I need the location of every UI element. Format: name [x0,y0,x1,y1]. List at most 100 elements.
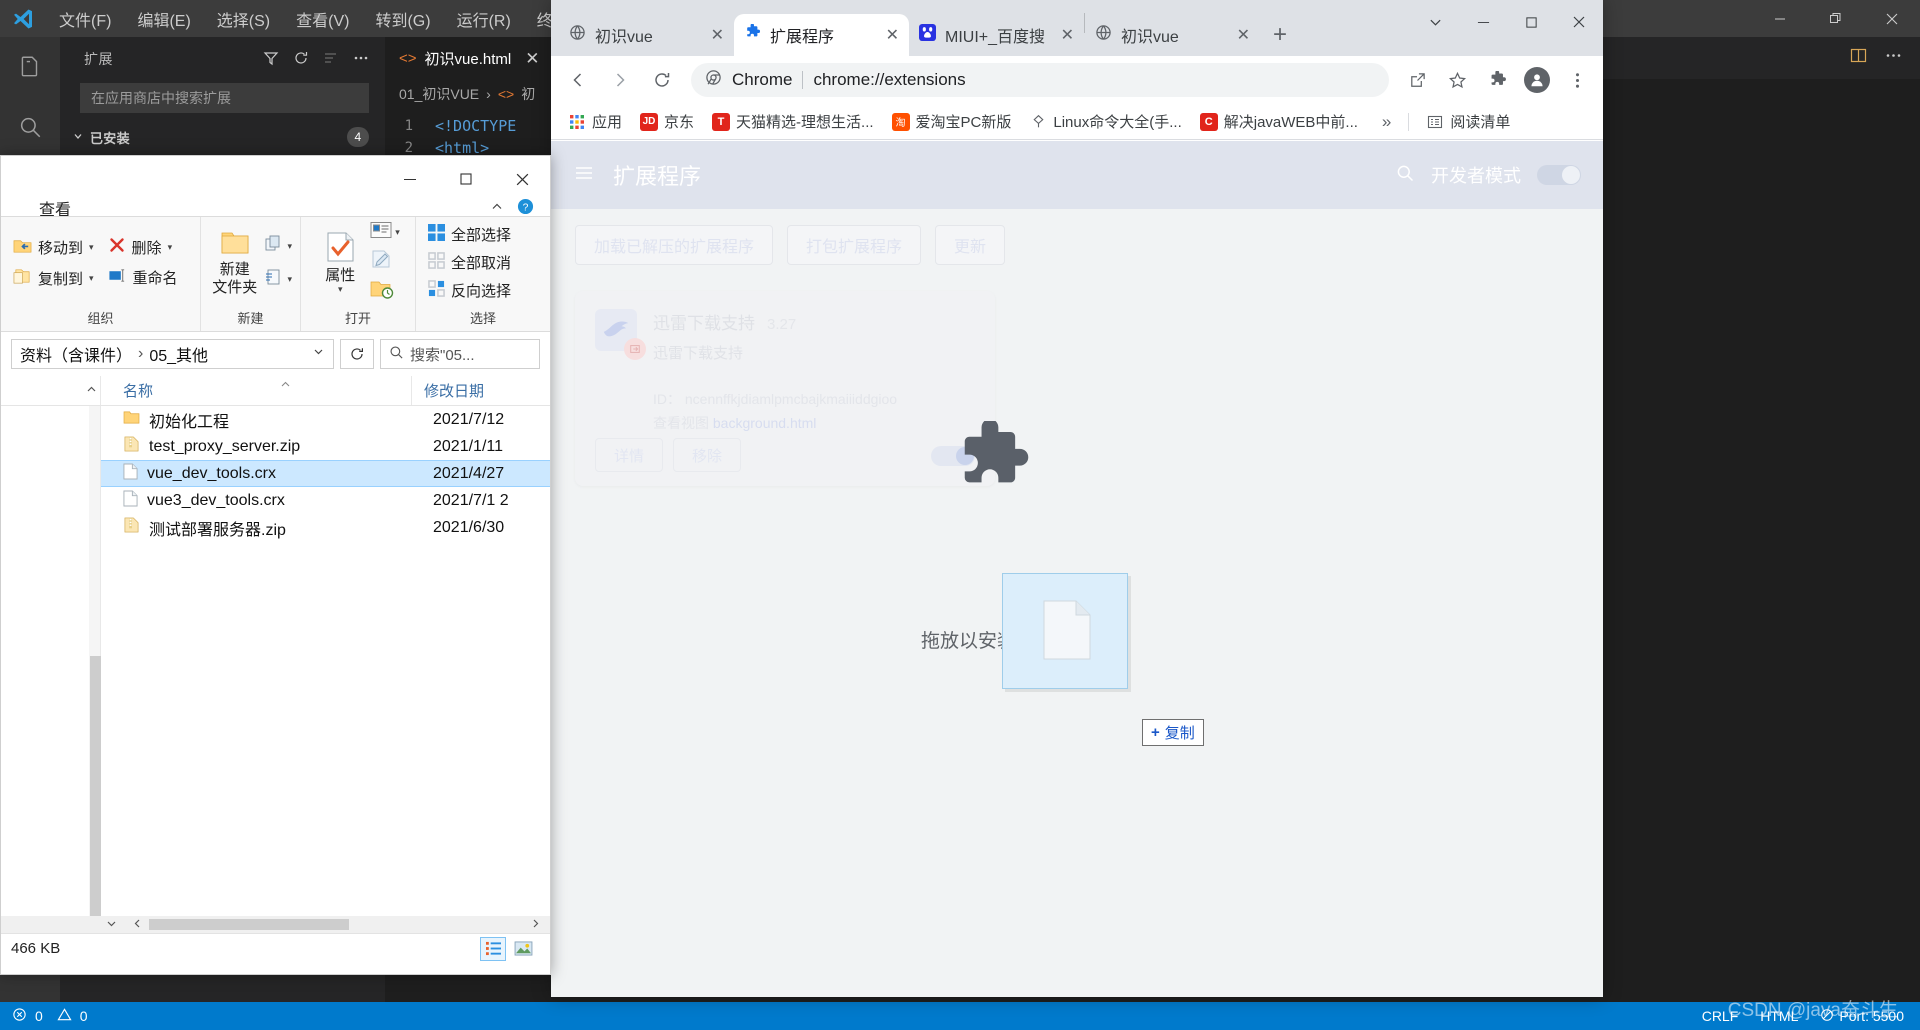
explorer-close-button[interactable] [494,156,550,202]
reload-button[interactable] [643,61,681,99]
chevron-down-icon[interactable]: ▾ [89,242,94,253]
breadcrumb-parent[interactable]: 资料（含课件） [20,342,132,366]
editor-tab-vue-html[interactable]: <> 初识vue.html ✕ [385,37,554,79]
open-with-button[interactable]: ▾ [370,221,400,244]
chrome-tab-0[interactable]: 初识vue ✕ [559,14,734,56]
chrome-tab-3[interactable]: 初识vue ✕ [1085,14,1260,56]
vscode-close-button[interactable] [1864,0,1920,37]
forward-button[interactable] [601,61,639,99]
bookmark-tmall[interactable]: T 天猫精选-理想生活... [705,108,881,135]
address-refresh-button[interactable] [340,339,374,369]
chrome-tab-1[interactable]: 扩展程序 ✕ [734,14,909,56]
split-editor-icon[interactable] [1850,47,1867,69]
menu-selection[interactable]: 选择(S) [204,3,283,35]
file-list[interactable]: 初始化工程 2021/7/12 test_proxy_server.zip 20… [101,406,550,916]
table-row[interactable]: 测试部署服务器.zip 2021/6/30 [101,514,550,541]
rename-button[interactable]: 重命名 [104,264,192,291]
chrome-close-button[interactable] [1555,0,1603,44]
table-row[interactable]: vue3_dev_tools.crx 2021/7/1 2 [101,487,550,514]
new-item-button[interactable]: ▾ [264,234,292,259]
reading-list-button[interactable]: 阅读清单 [1419,108,1517,135]
file-list-horizontal-scrollbar[interactable] [1,916,550,933]
chrome-tab-search-icon[interactable] [1411,0,1459,44]
nav-scroll-down-icon[interactable] [105,917,118,935]
details-view-button[interactable] [480,936,506,961]
properties-button[interactable]: 属性 ▾ [316,231,364,295]
explorer-files-icon[interactable] [0,37,60,97]
address-bar[interactable]: Chrome chrome://extensions [691,63,1389,97]
chrome-minimize-button[interactable] [1459,0,1507,44]
history-button[interactable] [370,279,400,304]
breadcrumb-file[interactable]: 初 [521,84,535,104]
chrome-menu-icon[interactable] [1559,62,1595,98]
chevron-down-icon[interactable]: ▾ [287,241,292,252]
bookmark-taobao[interactable]: 淘 爱淘宝PC新版 [885,108,1019,135]
copy-to-button[interactable]: 复制到 ▾ [9,265,98,292]
editor-tab-actions[interactable] [1850,37,1920,79]
bookmark-star-icon[interactable] [1439,62,1475,98]
table-row[interactable]: 初始化工程 2021/7/12 [101,406,550,433]
hscroll-thumb[interactable] [149,919,349,930]
vscode-status-bar[interactable]: 0 0 CRLF HTML Port: 5500 [0,1002,1920,1030]
hscroll-left-icon[interactable] [131,917,144,935]
edit-button[interactable] [370,249,400,274]
nav-scrollbar[interactable] [89,406,101,926]
chrome-window-controls[interactable] [1411,0,1603,44]
table-row[interactable]: vue_dev_tools.crx 2021/4/27 [101,460,550,487]
extensions-search-input[interactable]: 在应用商店中搜索扩展 [80,83,369,113]
chevron-down-icon[interactable]: ▾ [287,274,292,285]
installed-section-header[interactable]: 已安装 4 [60,127,385,147]
chrome-tab-2[interactable]: MIUI+_百度搜 ✕ [909,14,1084,56]
chrome-tab-close-icon[interactable]: ✕ [1061,25,1074,45]
new-tab-button[interactable]: + [1260,14,1300,56]
breadcrumb-current[interactable]: 05_其他 [149,342,208,366]
vscode-restore-button[interactable] [1808,0,1864,37]
file-list-column-headers[interactable]: 名称 修改日期 [1,376,550,406]
chrome-tab-close-icon[interactable]: ✕ [1237,25,1250,45]
vscode-window-controls[interactable] [1752,0,1920,37]
editor-more-actions-icon[interactable] [1885,47,1902,69]
explorer-search-input[interactable]: 搜索"05... [380,339,540,369]
editor-tab-close-icon[interactable]: ✕ [525,49,539,69]
search-icon[interactable] [0,97,60,157]
bookmark-apps[interactable]: 应用 [561,108,629,135]
more-actions-icon[interactable] [353,50,369,69]
new-folder-button[interactable]: 新建 文件夹 [209,229,260,296]
bookmark-jd[interactable]: JD 京东 [633,108,701,135]
chrome-maximize-button[interactable] [1507,0,1555,44]
vscode-menubar[interactable]: 文件(F) 编辑(E) 选择(S) 查看(V) 转到(G) 运行(R) 终端(T… [46,3,602,35]
menu-edit[interactable]: 编辑(E) [124,3,203,35]
menu-go[interactable]: 转到(G) [362,3,443,35]
chevron-down-icon[interactable]: ▾ [338,284,343,294]
menu-run[interactable]: 运行(R) [444,3,524,35]
bookmarks-overflow-button[interactable]: » [1375,109,1398,135]
nav-scroll-thumb[interactable] [90,656,101,926]
large-icons-view-button[interactable] [510,937,536,961]
menu-file[interactable]: 文件(F) [46,3,124,35]
refresh-icon[interactable] [293,50,309,69]
move-to-button[interactable]: 移动到 ▾ [9,234,98,261]
profile-avatar[interactable] [1519,62,1555,98]
chevron-down-icon[interactable]: ▾ [395,227,400,238]
column-header-name[interactable]: 名称 [101,380,411,401]
view-mode-buttons[interactable] [480,936,550,961]
column-header-date[interactable]: 修改日期 [411,376,484,405]
explorer-maximize-button[interactable] [438,156,494,202]
vscode-minimize-button[interactable] [1752,0,1808,37]
extensions-puzzle-icon[interactable] [1479,62,1515,98]
address-dropdown-icon[interactable] [312,345,325,363]
menu-view[interactable]: 查看(V) [283,3,362,35]
delete-button[interactable]: 删除 ▾ [104,234,192,260]
nav-collapse-icon[interactable] [85,383,98,400]
explorer-minimize-button[interactable] [382,156,438,202]
clear-list-icon[interactable] [323,50,339,69]
share-icon[interactable] [1399,62,1435,98]
bookmark-linux[interactable]: Linux命令大全(手... [1022,108,1188,135]
select-none-button[interactable]: 全部取消 [424,250,515,275]
bookmark-csdn[interactable]: C 解决javaWEB中前... [1193,108,1365,135]
filter-icon[interactable] [263,50,279,69]
explorer-window-controls[interactable] [382,156,550,202]
chevron-down-icon[interactable]: ▾ [168,242,173,253]
invert-selection-button[interactable]: 反向选择 [424,278,515,303]
hscroll-right-icon[interactable] [529,917,542,935]
